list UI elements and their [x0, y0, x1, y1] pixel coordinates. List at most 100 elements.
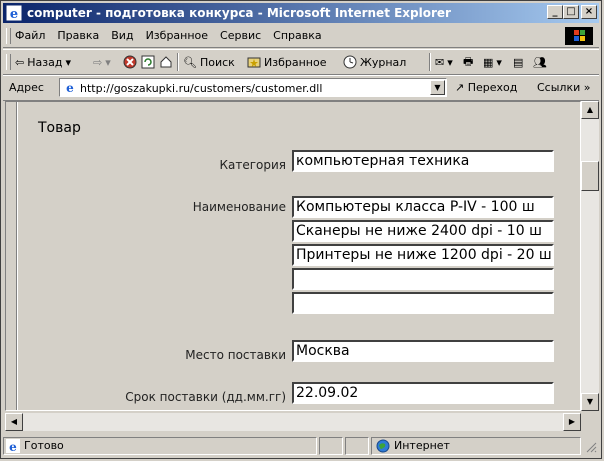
status-bar: e Готово Интернет — [3, 435, 599, 457]
page-viewport: Товар Категория компьютерная техника Наи… — [5, 101, 581, 411]
go-label: Переход — [467, 81, 518, 94]
edit-icon: ▦ — [483, 55, 494, 69]
back-label: Назад — [27, 55, 63, 69]
window-title: computer - подготовка конкурса - Microso… — [27, 6, 451, 20]
search-label: Поиск — [199, 55, 235, 69]
term-field[interactable]: 22.09.02 — [292, 382, 554, 404]
toolbar-grip[interactable] — [6, 54, 11, 70]
address-bar: Адрес e http://goszakupki.ru/customers/c… — [3, 75, 599, 101]
svg-text:e: e — [9, 440, 17, 453]
menubar-grip[interactable] — [6, 28, 11, 44]
menu-bar: Файл Правка Вид Избранное Сервис Справка — [3, 25, 599, 48]
links-button[interactable]: Ссылки » — [537, 81, 590, 94]
name-field-4[interactable] — [292, 268, 554, 290]
stop-button[interactable] — [123, 53, 137, 71]
windows-logo-icon — [565, 27, 593, 45]
edit-button[interactable]: ▦ ▾ — [483, 53, 502, 71]
address-input[interactable]: e http://goszakupki.ru/customers/custome… — [59, 78, 447, 97]
horizontal-scrollbar[interactable]: ◀ ▶ — [5, 413, 581, 431]
status-text: Готово — [24, 439, 64, 452]
name-label: Наименование — [192, 200, 286, 214]
status-pane-zone: Интернет — [371, 437, 581, 455]
print-icon: 🖶︎ — [463, 54, 474, 68]
search-button[interactable]: 🔍︎ Поиск — [183, 53, 235, 71]
history-label: Журнал — [360, 55, 407, 69]
go-button[interactable]: ↗ Переход — [455, 81, 517, 94]
maximize-button[interactable]: □ — [563, 5, 579, 19]
menu-edit[interactable]: Правка — [57, 29, 99, 42]
page-frame-border — [16, 102, 18, 410]
address-label: Адрес — [9, 81, 44, 94]
forward-arrow-icon: ⇨ — [93, 55, 103, 69]
category-field[interactable]: компьютерная техника — [292, 150, 554, 172]
favorites-button[interactable]: Избранное — [247, 53, 326, 71]
status-pane-main: e Готово — [3, 437, 317, 455]
minimize-button[interactable]: _ — [547, 5, 563, 19]
toolbar-separator — [177, 53, 179, 71]
standard-toolbar: ⇦ Назад ▾ ⇨ ▾ 🔍︎ Поиск Избранное Журнал — [3, 49, 599, 75]
mail-dropdown-icon[interactable]: ▾ — [447, 56, 453, 69]
forward-dropdown-icon[interactable]: ▾ — [105, 56, 111, 69]
menu-view[interactable]: Вид — [111, 29, 133, 42]
scroll-right-button[interactable]: ▶ — [563, 413, 581, 431]
history-icon — [343, 55, 357, 69]
status-pane-blank — [345, 437, 369, 455]
forward-button[interactable]: ⇨ ▾ — [93, 53, 111, 71]
name-field-1[interactable]: Компьютеры класса P-IV - 100 ш — [292, 196, 554, 218]
name-field-3[interactable]: Принтеры не ниже 1200 dpi - 20 ш — [292, 244, 554, 266]
menu-file[interactable]: Файл — [15, 29, 45, 42]
favorites-label: Избранное — [264, 55, 327, 69]
home-icon — [160, 56, 172, 68]
page-icon: e — [63, 80, 77, 94]
svg-text:e: e — [10, 7, 18, 21]
back-arrow-icon: ⇦ — [15, 55, 25, 69]
home-button[interactable] — [159, 53, 173, 71]
address-url: http://goszakupki.ru/customers/customer.… — [80, 82, 323, 95]
go-arrow-icon: ↗ — [455, 81, 465, 94]
menu-items: Файл Правка Вид Избранное Сервис Справка — [15, 29, 322, 42]
back-button[interactable]: ⇦ Назад ▾ — [15, 53, 71, 71]
menu-tools[interactable]: Сервис — [220, 29, 261, 42]
print-button[interactable]: 🖶︎ — [463, 53, 473, 71]
internet-globe-icon — [376, 439, 390, 453]
place-field[interactable]: Москва — [292, 340, 554, 362]
refresh-icon — [141, 55, 155, 69]
ie-icon: e — [6, 5, 22, 21]
address-dropdown-button[interactable]: ▼ — [430, 80, 445, 95]
name-field-5[interactable] — [292, 292, 554, 314]
scroll-corner — [581, 413, 599, 431]
scroll-up-button[interactable]: ▲ — [581, 101, 599, 119]
browser-window: e computer - подготовка конкурса - Micro… — [0, 0, 602, 459]
zone-text: Интернет — [394, 439, 450, 452]
vertical-scroll-thumb[interactable] — [581, 161, 599, 191]
status-pane-blank — [319, 437, 343, 455]
category-label: Категория — [219, 158, 286, 172]
history-button[interactable]: Журнал — [343, 53, 406, 71]
page-status-icon: e — [6, 439, 20, 453]
place-label: Место поставки — [185, 348, 286, 362]
search-icon: 🔍︎ — [183, 55, 197, 69]
stop-icon — [123, 55, 137, 69]
svg-text:e: e — [66, 81, 74, 94]
messenger-icon: 👥︎ — [533, 55, 547, 69]
menu-help[interactable]: Справка — [273, 29, 321, 42]
back-dropdown-icon[interactable]: ▾ — [65, 56, 71, 69]
menu-favorites[interactable]: Избранное — [146, 29, 208, 42]
refresh-button[interactable] — [141, 53, 155, 71]
resize-grip-icon[interactable] — [585, 441, 597, 453]
title-bar[interactable]: e computer - подготовка конкурса - Micro… — [3, 3, 599, 23]
close-button[interactable]: × — [581, 5, 597, 19]
term-label: Срок поставки (дд.мм.гг) — [125, 390, 286, 404]
discuss-button[interactable]: ▤ — [513, 53, 523, 71]
vertical-scrollbar[interactable]: ▲ ▼ — [581, 101, 599, 411]
edit-dropdown-icon[interactable]: ▾ — [496, 56, 502, 69]
messenger-button[interactable]: 👥︎ — [533, 53, 547, 71]
scroll-left-button[interactable]: ◀ — [5, 413, 23, 431]
section-title: Товар — [38, 120, 81, 136]
toolbar-separator — [429, 53, 431, 71]
discuss-icon: ▤ — [513, 55, 524, 69]
favorites-folder-icon — [247, 57, 261, 68]
scroll-down-button[interactable]: ▼ — [581, 393, 599, 411]
mail-button[interactable]: ✉ ▾ — [435, 53, 453, 71]
name-field-2[interactable]: Сканеры не ниже 2400 dpi - 10 ш — [292, 220, 554, 242]
